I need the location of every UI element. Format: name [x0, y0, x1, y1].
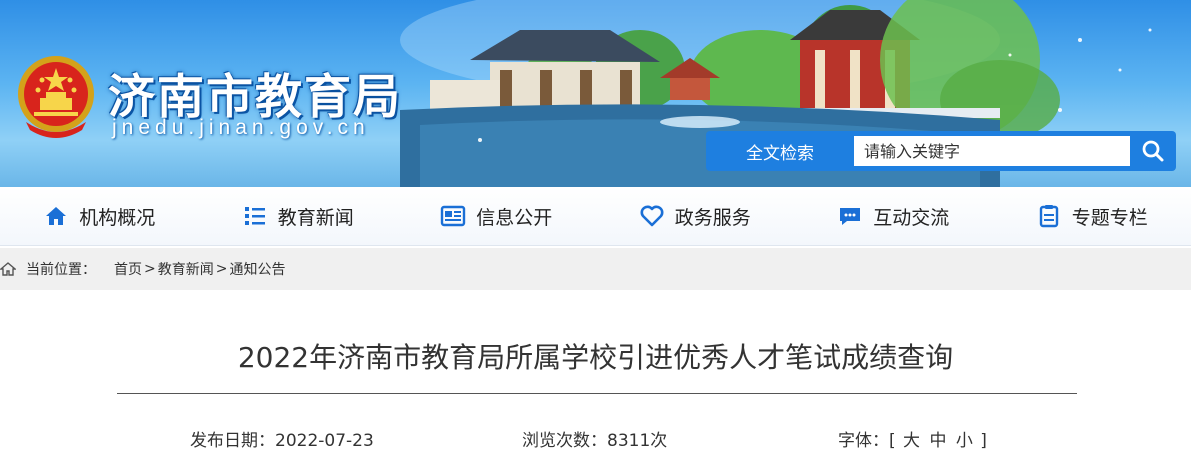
breadcrumb-notice-link[interactable]: 通知公告	[229, 259, 285, 279]
nav-item-label: 教育新闻	[277, 206, 354, 229]
nav-item-label: 互动交流	[873, 206, 950, 229]
search-box: 全文检索	[706, 131, 1176, 171]
search-button[interactable]	[1134, 136, 1172, 166]
search-input[interactable]	[854, 136, 1130, 166]
font-bracket-open: [	[889, 431, 896, 451]
font-bracket-close: ]	[980, 431, 987, 451]
publish-date-label: 发布日期：	[190, 431, 275, 451]
publish-date: 发布日期：2022-07-23	[190, 426, 374, 451]
nav-item-label: 机构概况	[79, 206, 156, 229]
title-divider	[117, 393, 1077, 394]
font-medium-option[interactable]: 中	[929, 431, 946, 451]
heart-icon	[640, 205, 664, 227]
nav-item-label: 专题专栏	[1071, 206, 1148, 229]
newspaper-icon	[441, 205, 466, 227]
article-title: 2022年济南市教育局所属学校引进优秀人才笔试成绩查询	[237, 341, 954, 374]
fulltext-search-label[interactable]: 全文检索	[706, 139, 854, 164]
view-count-label: 浏览次数：	[522, 431, 607, 451]
nav-item-topics[interactable]: 专题专栏	[993, 187, 1191, 245]
nav-item-interaction[interactable]: 互动交流	[794, 187, 993, 245]
chat-icon	[840, 208, 861, 225]
nav-item-disclosure[interactable]: 信息公开	[397, 187, 596, 245]
view-count: 浏览次数：8311次	[522, 426, 667, 451]
breadcrumb-news-link[interactable]: 教育新闻	[158, 259, 214, 279]
home-icon	[46, 207, 67, 225]
breadcrumb-label: 当前位置：	[26, 262, 96, 278]
nav-item-organization[interactable]: 机构概况	[0, 187, 199, 245]
nav-item-news[interactable]: 教育新闻	[199, 187, 398, 245]
national-emblem-icon	[18, 56, 94, 138]
font-size-selector: 字体：[ 大 中 小 ]	[838, 426, 987, 451]
breadcrumb: 当前位置： 首页 > 教育新闻 > 通知公告	[0, 248, 1191, 290]
header-banner: 济南市教育局 jnedu.jinan.gov.cn 全文检索	[0, 0, 1191, 187]
main-nav: 机构概况 教育新闻 信息公开 政务服务 互动交流 专题专栏	[0, 187, 1191, 246]
font-large-option[interactable]: 大	[903, 431, 920, 451]
font-small-option[interactable]: 小	[956, 431, 973, 451]
search-icon	[1142, 140, 1164, 162]
nav-item-label: 信息公开	[476, 206, 553, 229]
publish-date-value: 2022-07-23	[275, 431, 374, 451]
breadcrumb-separator: >	[215, 261, 228, 277]
breadcrumb-separator: >	[144, 261, 156, 277]
view-count-value: 8311次	[607, 431, 668, 451]
location-home-icon	[0, 262, 16, 276]
site-url: jnedu.jinan.gov.cn	[112, 116, 370, 139]
nav-item-label: 政务服务	[674, 206, 751, 229]
font-size-label: 字体：	[838, 431, 889, 451]
nav-item-services[interactable]: 政务服务	[596, 187, 795, 245]
breadcrumb-home-link[interactable]: 首页	[114, 259, 142, 279]
list-icon	[244, 207, 265, 225]
clipboard-icon	[1039, 205, 1058, 228]
